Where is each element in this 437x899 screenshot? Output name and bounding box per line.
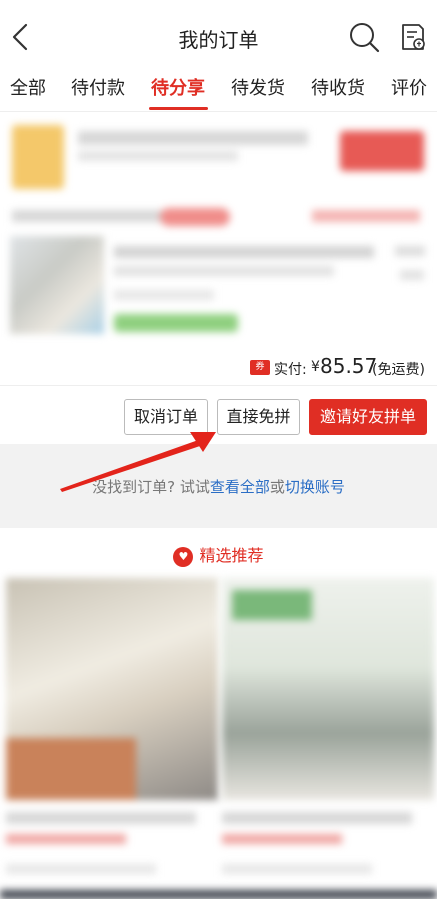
blurred-badge: [114, 314, 238, 332]
product-card[interactable]: [6, 578, 218, 898]
order-tabs: 全部 待付款 待分享 待发货 待收货 评价: [0, 66, 437, 112]
blurred-store-name: [12, 210, 162, 222]
empty-note-area: 没找到订单? 试试查看全部或切换账号: [0, 444, 437, 528]
blurred-quantity: [400, 270, 424, 280]
blurred-button: [340, 131, 424, 171]
empty-note: 没找到订单? 试试查看全部或切换账号: [0, 476, 437, 497]
blurred-status: [312, 210, 420, 222]
order-actions: 取消订单 直接免拼 邀请好友拼单: [0, 389, 437, 444]
promo-badge: [232, 590, 312, 620]
currency-symbol: ¥: [311, 359, 320, 375]
blurred-shop-row: [0, 117, 437, 195]
blurred-text: [6, 812, 196, 824]
promo-band: [6, 738, 136, 800]
heart-icon: ♥: [173, 547, 194, 567]
active-tab-indicator: [149, 107, 208, 110]
view-all-link[interactable]: 查看全部: [210, 478, 270, 496]
blurred-text: [114, 290, 214, 300]
recommend-title-text: 精选推荐: [199, 546, 264, 565]
tab-pending-share[interactable]: 待分享: [151, 74, 205, 100]
note-prefix: 没找到订单? 试试: [92, 478, 210, 496]
blurred-text: [222, 812, 412, 824]
blurred-text: [78, 151, 238, 161]
blurred-price: [395, 246, 425, 256]
blurred-text: [222, 864, 372, 874]
shipping-note: (免运费): [372, 362, 425, 378]
recommend-section: ♥ 精选推荐: [0, 528, 437, 899]
tab-pending-shipment[interactable]: 待发货: [231, 74, 285, 100]
blurred-text: [114, 266, 334, 276]
search-button[interactable]: [347, 20, 381, 54]
blurred-price: [222, 834, 342, 844]
paid-amount: 85.57: [320, 354, 378, 378]
bill-button[interactable]: [398, 22, 428, 52]
next-row-peek: [0, 890, 437, 899]
tab-all[interactable]: 全部: [10, 74, 46, 100]
coupon-icon: 券: [250, 360, 270, 375]
shop-thumbnail: [12, 125, 64, 189]
header: 我的订单: [0, 0, 437, 66]
product-image: [10, 236, 104, 334]
blurred-tag: [160, 208, 230, 226]
invite-friends-button[interactable]: 邀请好友拼单: [309, 399, 427, 435]
order-item[interactable]: [0, 198, 437, 346]
bill-icon: [402, 24, 425, 50]
note-or: 或: [269, 478, 285, 496]
price-summary: 券 实付: ¥ 85.57 (免运费): [0, 350, 437, 386]
app: 我的订单 全部 待付款 待分享 待发货 待收货 评价 券 实付: ¥ 85.57…: [0, 0, 437, 899]
search-icon: [350, 23, 380, 53]
switch-account-link[interactable]: 切换账号: [285, 478, 345, 496]
paid-label: 实付:: [274, 362, 307, 378]
tab-pending-payment[interactable]: 待付款: [71, 74, 125, 100]
blurred-text: [114, 246, 374, 258]
blurred-price: [6, 834, 126, 844]
tab-review[interactable]: 评价: [391, 74, 427, 100]
recommend-title: ♥ 精选推荐: [0, 542, 437, 567]
blurred-text: [78, 131, 308, 145]
product-card[interactable]: [222, 578, 434, 898]
direct-no-group-button[interactable]: 直接免拼: [217, 399, 300, 435]
cancel-order-button[interactable]: 取消订单: [124, 399, 208, 435]
blurred-text: [6, 864, 156, 874]
tab-pending-receipt[interactable]: 待收货: [311, 74, 365, 100]
